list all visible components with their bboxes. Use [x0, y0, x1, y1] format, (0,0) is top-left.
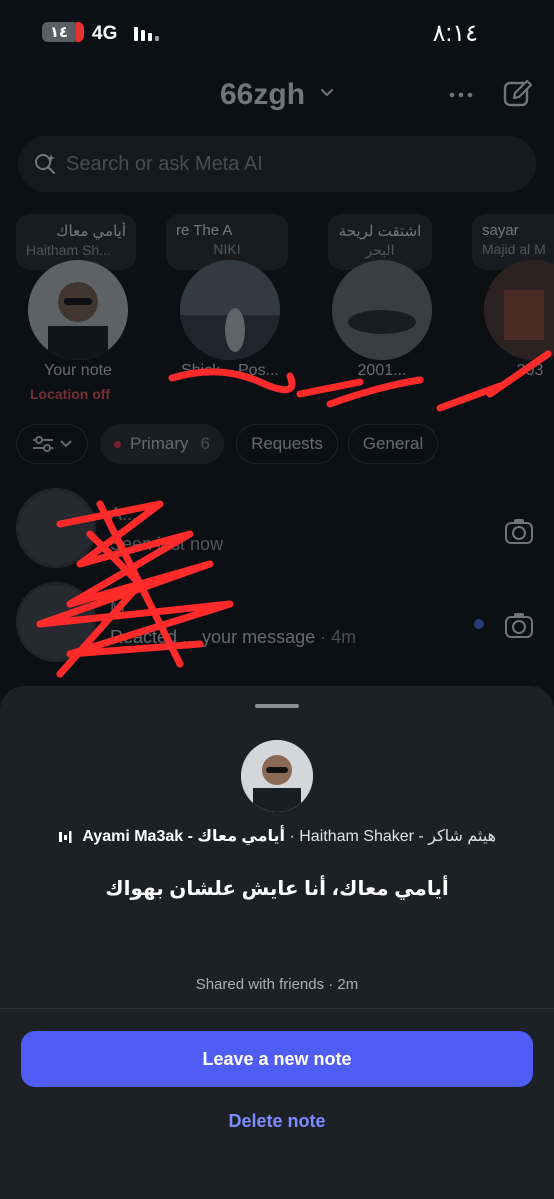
- shared-info: Shared with friends · 2m: [195, 976, 359, 993]
- leave-new-note-button[interactable]: Leave a new note: [21, 1031, 533, 1087]
- avatar: [241, 740, 313, 812]
- signal-icon: [134, 25, 159, 41]
- song-artist: Haitham Shaker - هيثم شاكر: [299, 828, 497, 845]
- delete-note-button[interactable]: Delete note: [0, 1111, 554, 1132]
- note-text: أيامي معاك، أنا عايش علشان بهواك: [105, 878, 449, 900]
- battery-level: ١٤: [49, 24, 69, 41]
- music-info: Ayami Ma3ak - أيامي معاك · Haitham Shake…: [0, 826, 554, 846]
- clock: ٨:١٤: [432, 20, 478, 47]
- divider: [0, 1008, 554, 1009]
- battery-icon: ١٤: [42, 22, 84, 42]
- status-bar: ١٤ 4G ٨:١٤: [0, 0, 554, 64]
- song-title: Ayami Ma3ak - أيامي معاك: [82, 828, 286, 845]
- note-bottom-sheet: Ayami Ma3ak - أيامي معاك · Haitham Shake…: [0, 686, 554, 1199]
- network-type: 4G: [92, 23, 118, 44]
- music-bars-icon: [58, 830, 72, 843]
- sheet-drag-handle[interactable]: [255, 704, 299, 708]
- redaction-scribbles: [36, 350, 552, 678]
